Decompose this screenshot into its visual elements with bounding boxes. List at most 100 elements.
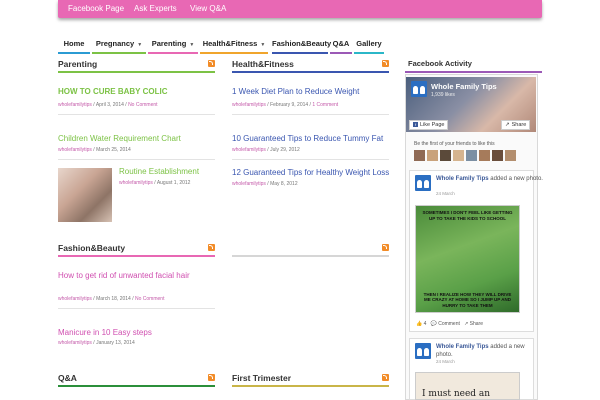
- post-title[interactable]: Children Water Requirement Chart: [58, 134, 215, 144]
- rss-icon[interactable]: [208, 374, 215, 381]
- top-menu-ask-experts[interactable]: Ask Experts: [134, 4, 177, 13]
- section-rule: [58, 71, 215, 73]
- nav-item-home[interactable]: Home: [58, 36, 90, 54]
- post-author[interactable]: wholefamilytips: [58, 147, 92, 153]
- post-title[interactable]: HOW TO CURE BABY COLIC: [58, 87, 215, 97]
- post-title[interactable]: 1 Week Diet Plan to Reduce Weight: [232, 87, 392, 97]
- nav-item-parenting[interactable]: Parenting ▼: [148, 36, 198, 54]
- post-actions: 👍 4 💬 Comment ↗ Share: [416, 321, 483, 327]
- section-rule: [58, 255, 215, 257]
- post-date: January 13, 2014: [96, 340, 135, 346]
- post-comments[interactable]: No Comment: [128, 102, 157, 108]
- share-icon[interactable]: ↗: [464, 321, 468, 327]
- comment-link[interactable]: Comment: [438, 321, 460, 327]
- friend-avatar[interactable]: [453, 150, 464, 161]
- post-date: March 25, 2014: [96, 147, 131, 153]
- page-logo[interactable]: [415, 175, 431, 191]
- section-rule: [232, 385, 389, 387]
- post-date[interactable]: 24 March: [436, 191, 455, 196]
- post-author[interactable]: wholefamilytips: [232, 102, 266, 108]
- post-title[interactable]: How to get rid of unwanted facial hair: [58, 271, 208, 281]
- post-author[interactable]: wholefamilytips: [58, 102, 92, 108]
- post-meta: wholefamilytips / July 29, 2012: [232, 147, 300, 153]
- share-icon: ↗: [505, 122, 510, 128]
- page-logo[interactable]: [411, 81, 427, 97]
- main-nav: Home Pregnancy ▼ Parenting ▼ Health&Fitnes…: [58, 36, 542, 54]
- rss-icon[interactable]: [208, 244, 215, 251]
- post-meta: wholefamilytips / March 25, 2014: [58, 147, 131, 153]
- rss-icon[interactable]: [382, 60, 389, 67]
- top-menu-view-qa[interactable]: View Q&A: [190, 4, 226, 13]
- post-date: May 8, 2012: [270, 181, 298, 187]
- post-date: March 18, 2014: [96, 296, 131, 302]
- friends-prompt: Be the first of your friends to like thi…: [414, 141, 495, 147]
- friend-avatar[interactable]: [414, 150, 425, 161]
- post-date[interactable]: 24 March: [436, 359, 455, 364]
- page-logo[interactable]: [415, 343, 431, 359]
- post-comments[interactable]: 1 Comment: [312, 102, 338, 108]
- post-meta: wholefamilytips / August 1, 2012: [119, 180, 191, 186]
- divider: [232, 159, 389, 160]
- divider: [58, 159, 215, 160]
- share-button[interactable]: ↗ Share: [501, 120, 531, 130]
- friend-avatar[interactable]: [466, 150, 477, 161]
- top-menu-bar: Facebook Page Ask Experts View Q&A: [58, 0, 542, 18]
- rss-icon[interactable]: [382, 244, 389, 251]
- chevron-down-icon: ▼: [189, 42, 195, 48]
- page-name[interactable]: Whole Family Tips: [431, 82, 497, 91]
- image-caption: I must need an: [422, 389, 491, 399]
- section-rule: [58, 385, 215, 387]
- section-rule: [232, 71, 389, 73]
- post-date: August 1, 2012: [156, 180, 191, 186]
- chevron-down-icon: ▼: [137, 42, 143, 48]
- divider: [58, 308, 215, 309]
- post-page-name[interactable]: Whole Family Tips: [436, 344, 489, 350]
- post-date: April 3, 2014: [95, 102, 124, 108]
- post-comments[interactable]: No Comment: [135, 296, 164, 302]
- post-author[interactable]: wholefamilytips: [58, 296, 92, 302]
- post-title[interactable]: Manicure in 10 Easy steps: [58, 328, 215, 338]
- post-author[interactable]: wholefamilytips: [119, 180, 153, 186]
- post-author[interactable]: wholefamilytips: [232, 181, 266, 187]
- like-page-button[interactable]: f Like Page: [409, 120, 449, 130]
- post-thumbnail[interactable]: [58, 168, 112, 222]
- nav-item-fashion-beauty[interactable]: Fashion&Beauty: [272, 36, 331, 54]
- rss-icon[interactable]: [382, 374, 389, 381]
- post-meta: wholefamilytips / February 9, 2014 / 1 C…: [232, 102, 339, 108]
- share-link[interactable]: Share: [470, 321, 483, 327]
- section-title-fashion-beauty[interactable]: Fashion&Beauty: [58, 243, 125, 253]
- post-meta: wholefamilytips / May 8, 2012: [232, 181, 298, 187]
- like-icon[interactable]: 👍: [416, 321, 422, 327]
- post-title[interactable]: Routine Establishment: [119, 167, 215, 177]
- friend-avatar[interactable]: [479, 150, 490, 161]
- section-title-first-trimester[interactable]: First Trimester: [232, 373, 291, 383]
- friend-avatar[interactable]: [505, 150, 516, 161]
- top-menu-facebook-page[interactable]: Facebook Page: [68, 4, 124, 13]
- rss-icon[interactable]: [208, 60, 215, 67]
- post-page-name[interactable]: Whole Family Tips: [436, 176, 489, 182]
- section-title-parenting[interactable]: Parenting: [58, 59, 97, 69]
- post-header: Whole Family Tips added a new photo.: [436, 344, 525, 358]
- nav-item-qa[interactable]: Q&A: [330, 36, 352, 54]
- post-title[interactable]: 10 Guaranteed Tips to Reduce Tummy Fat: [232, 134, 392, 144]
- post-author[interactable]: wholefamilytips: [58, 340, 92, 346]
- section-rule: [405, 71, 542, 73]
- divider: [232, 114, 389, 115]
- post-header: Whole Family Tips added a new photo.: [436, 176, 543, 182]
- post-image[interactable]: SOMETIMES I DON'T FEEL LIKE GETTING UP T…: [415, 205, 520, 313]
- facebook-icon: f: [413, 122, 418, 128]
- nav-item-gallery[interactable]: Gallery: [354, 36, 384, 54]
- section-title-qa[interactable]: Q&A: [58, 373, 77, 383]
- post-title[interactable]: 12 Guaranteed Tips for Healthy Weight Lo…: [232, 168, 392, 178]
- friend-avatar[interactable]: [427, 150, 438, 161]
- nav-item-health-fitness[interactable]: Health&Fitness ▼: [200, 36, 268, 54]
- section-rule: [232, 255, 389, 257]
- like-count: 4: [423, 321, 427, 327]
- section-title-health-fitness[interactable]: Health&Fitness: [232, 59, 294, 69]
- post-author[interactable]: wholefamilytips: [232, 147, 266, 153]
- friend-avatar[interactable]: [492, 150, 503, 161]
- friend-avatar[interactable]: [440, 150, 451, 161]
- post-image[interactable]: I must need an: [415, 372, 520, 400]
- comment-icon[interactable]: 💬: [431, 321, 437, 327]
- nav-item-pregnancy[interactable]: Pregnancy ▼: [92, 36, 146, 54]
